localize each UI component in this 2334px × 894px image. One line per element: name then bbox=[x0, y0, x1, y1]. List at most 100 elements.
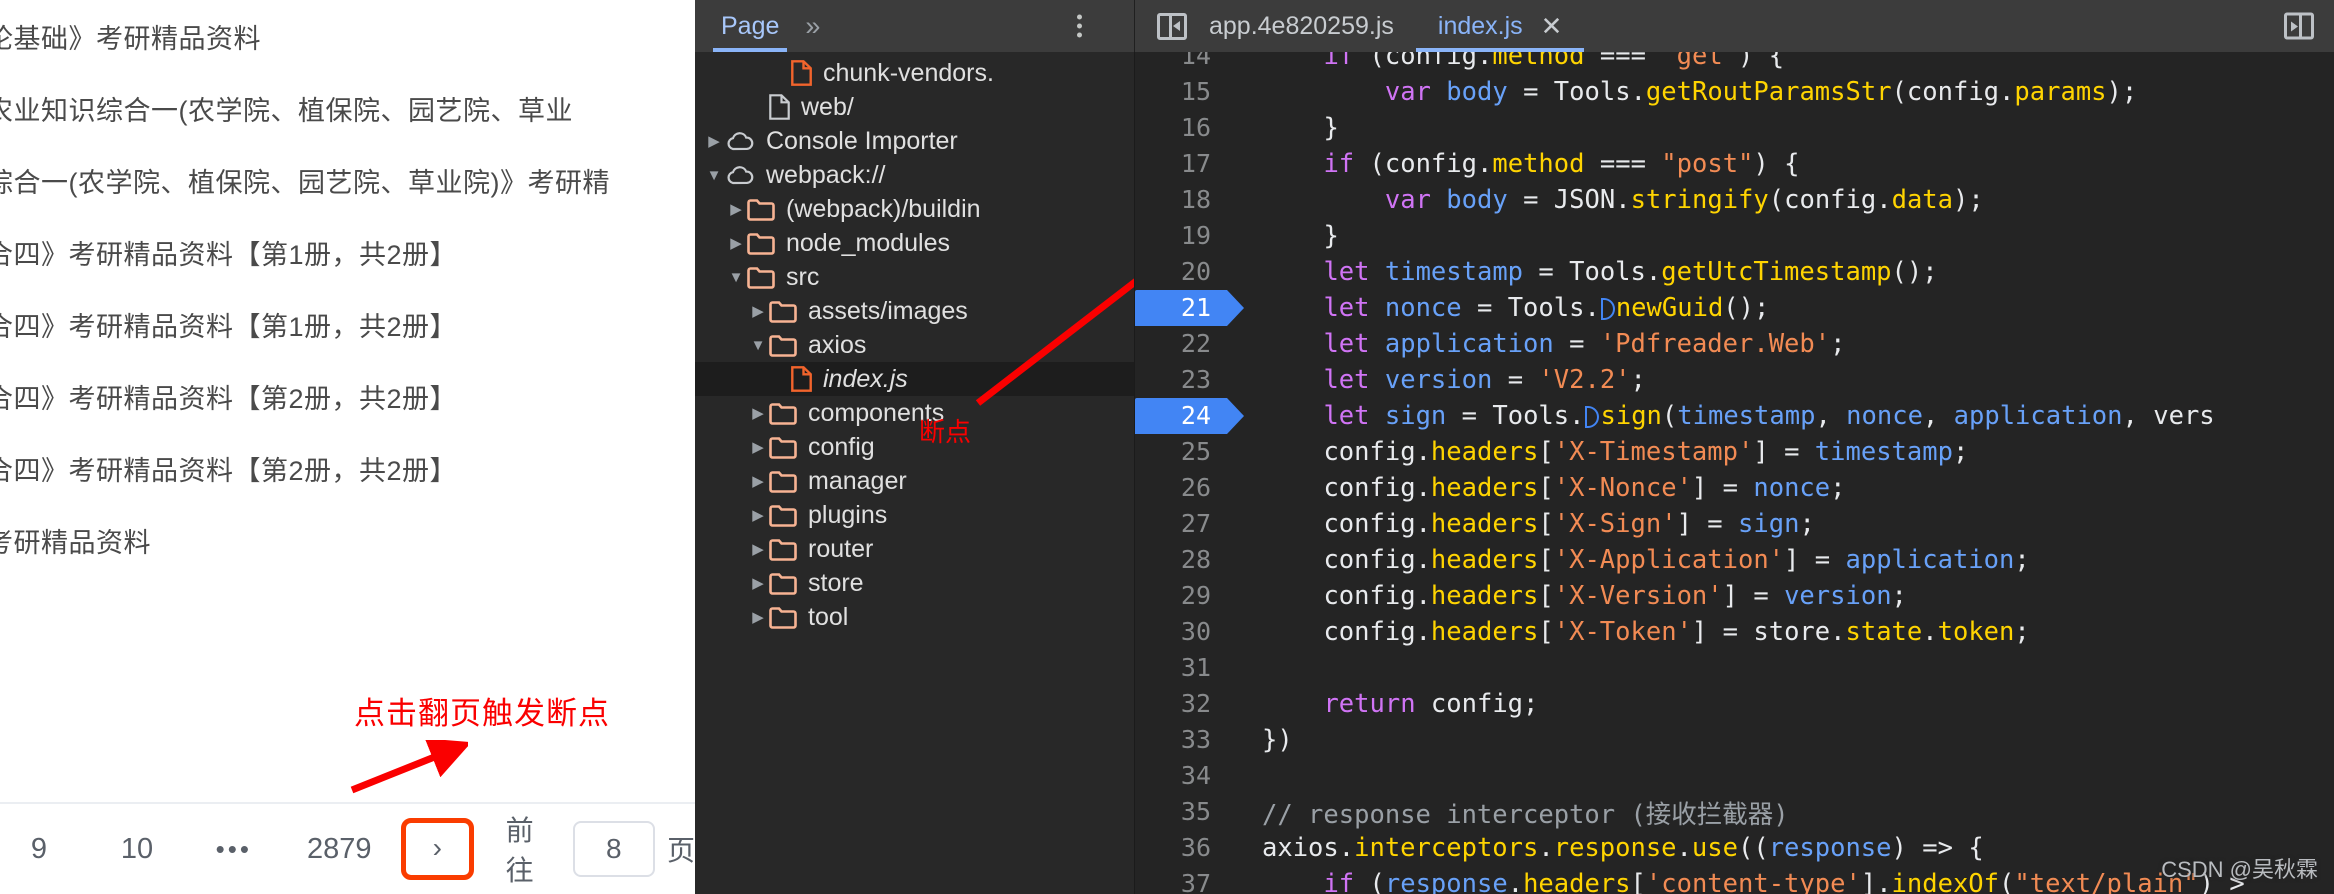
line-number[interactable]: 19 bbox=[1135, 218, 1227, 254]
tree-item-web[interactable]: web/ bbox=[695, 90, 1134, 124]
list-item[interactable]: 考研精品资料 bbox=[0, 504, 695, 576]
code-line[interactable]: 25 config.headers['X-Timestamp'] = times… bbox=[1135, 434, 2334, 470]
line-number[interactable]: 14 bbox=[1135, 52, 1227, 74]
code-line[interactable]: 28 config.headers['X-Application'] = app… bbox=[1135, 542, 2334, 578]
pagination-page-10[interactable]: 10 bbox=[120, 833, 154, 866]
tree-item-node-modules[interactable]: ▶ node_modules bbox=[695, 226, 1134, 260]
list-item[interactable]: 综合一(农学院、植保院、园艺院、草业院)》考研精 bbox=[0, 144, 695, 216]
code-line[interactable]: 34 bbox=[1135, 758, 2334, 794]
breakpoint-marker-line-24[interactable]: 24 bbox=[1135, 398, 1244, 434]
step-into-marker-icon[interactable] bbox=[1585, 406, 1600, 428]
step-into-marker-icon[interactable] bbox=[1600, 298, 1615, 320]
code-line[interactable]: 26 config.headers['X-Nonce'] = nonce; bbox=[1135, 470, 2334, 506]
tree-item-src[interactable]: ▼ src bbox=[695, 260, 1134, 294]
tab-app-js[interactable]: app.4e820259.js bbox=[1187, 0, 1416, 52]
tree-item-axios[interactable]: ▼ axios bbox=[695, 328, 1134, 362]
code-line[interactable]: 20 let timestamp = Tools.getUtcTimestamp… bbox=[1135, 254, 2334, 290]
pagination-bar[interactable]: 9 10 ••• 2879 › 前往 8 页 bbox=[0, 802, 695, 894]
code-editor[interactable]: 14 if (config.method === "get") {15 var … bbox=[1135, 52, 2334, 894]
line-number[interactable]: 28 bbox=[1135, 542, 1227, 578]
tree-item-index-js[interactable]: index.js bbox=[695, 362, 1134, 396]
close-icon[interactable]: ✕ bbox=[1541, 11, 1563, 42]
tab-page[interactable]: Page bbox=[712, 0, 788, 52]
code-line[interactable]: 15 var body = Tools.getRoutParamsStr(con… bbox=[1135, 74, 2334, 110]
list-item[interactable]: 合四》考研精品资料【第1册，共2册】 bbox=[0, 216, 695, 288]
dock-panel-right-button[interactable] bbox=[2284, 12, 2314, 40]
code-line[interactable]: 29 config.headers['X-Version'] = version… bbox=[1135, 578, 2334, 614]
line-number[interactable]: 16 bbox=[1135, 110, 1227, 146]
line-number[interactable]: 22 bbox=[1135, 326, 1227, 362]
line-number[interactable]: 26 bbox=[1135, 470, 1227, 506]
more-tabs-icon[interactable]: » bbox=[805, 11, 820, 42]
code-line[interactable]: 18 var body = JSON.stringify(config.data… bbox=[1135, 182, 2334, 218]
chevron-right-icon[interactable]: ▶ bbox=[747, 540, 769, 558]
chevron-right-icon[interactable]: ▶ bbox=[747, 404, 769, 422]
chevron-right-icon[interactable]: ▶ bbox=[747, 608, 769, 626]
code-line[interactable]: 19 } bbox=[1135, 218, 2334, 254]
code-line[interactable]: 35 // response interceptor (接收拦截器) bbox=[1135, 794, 2334, 830]
code-line[interactable]: 32 return config; bbox=[1135, 686, 2334, 722]
more-vertical-icon[interactable] bbox=[1077, 14, 1082, 38]
code-line[interactable]: 37 if (response.headers['content-type'].… bbox=[1135, 866, 2334, 894]
chevron-right-icon[interactable]: ▶ bbox=[747, 302, 769, 320]
line-number[interactable]: 15 bbox=[1135, 74, 1227, 110]
tab-index-js[interactable]: index.js ✕ bbox=[1415, 0, 1585, 52]
tree-item-components[interactable]: ▶ components bbox=[695, 396, 1134, 430]
editor-vertical-scrollbar[interactable] bbox=[2328, 52, 2334, 894]
chevron-right-icon[interactable]: ▶ bbox=[747, 472, 769, 490]
line-number[interactable]: 20 bbox=[1135, 254, 1227, 290]
chevron-right-icon[interactable]: ▶ bbox=[703, 132, 725, 150]
line-number[interactable]: 36 bbox=[1135, 830, 1227, 866]
line-number[interactable]: 25 bbox=[1135, 434, 1227, 470]
tree-item-webpack-buildin[interactable]: ▶ (webpack)/buildin bbox=[695, 192, 1134, 226]
line-number[interactable]: 32 bbox=[1135, 686, 1227, 722]
code-line[interactable]: 27 config.headers['X-Sign'] = sign; bbox=[1135, 506, 2334, 542]
line-number[interactable]: 37 bbox=[1135, 866, 1227, 894]
pagination-jump-input[interactable]: 8 bbox=[572, 821, 655, 877]
pagination-page-last[interactable]: 2879 bbox=[307, 833, 372, 866]
line-number[interactable]: 33 bbox=[1135, 722, 1227, 758]
line-number[interactable]: 34 bbox=[1135, 758, 1227, 794]
tree-item-chunk-vendors[interactable]: chunk-vendors. bbox=[695, 56, 1134, 90]
line-number[interactable]: 18 bbox=[1135, 182, 1227, 218]
line-number[interactable]: 23 bbox=[1135, 362, 1227, 398]
pagination-next-button[interactable]: › bbox=[400, 818, 474, 880]
chevron-down-icon[interactable]: ▼ bbox=[725, 269, 747, 286]
tree-item-assets-images[interactable]: ▶ assets/images bbox=[695, 294, 1134, 328]
code-line[interactable]: 33}) bbox=[1135, 722, 2334, 758]
chevron-down-icon[interactable]: ▼ bbox=[703, 167, 725, 184]
line-number[interactable]: 35 bbox=[1135, 794, 1227, 830]
tree-item-tool[interactable]: ▶ tool bbox=[695, 600, 1134, 634]
breakpoint-marker-line-21[interactable]: 21 bbox=[1135, 290, 1244, 326]
line-number[interactable]: 17 bbox=[1135, 146, 1227, 182]
line-number[interactable]: 27 bbox=[1135, 506, 1227, 542]
list-item[interactable]: 论基础》考研精品资料 bbox=[0, 0, 695, 72]
list-item[interactable]: 农业知识综合一(农学院、植保院、园艺院、草业 bbox=[0, 72, 695, 144]
code-line[interactable]: 31 bbox=[1135, 650, 2334, 686]
chevron-down-icon[interactable]: ▼ bbox=[747, 337, 769, 354]
code-line[interactable]: 22 let application = 'Pdfreader.Web'; bbox=[1135, 326, 2334, 362]
list-item[interactable]: 合四》考研精品资料【第1册，共2册】 bbox=[0, 288, 695, 360]
chevron-right-icon[interactable]: ▶ bbox=[725, 234, 747, 252]
list-item[interactable]: 合四》考研精品资料【第2册，共2册】 bbox=[0, 360, 695, 432]
tree-item-webpack[interactable]: ▼ webpack:// bbox=[695, 158, 1134, 192]
tree-item-console-importer[interactable]: ▶ Console Importer bbox=[695, 124, 1134, 158]
list-item[interactable]: 合四》考研精品资料【第2册，共2册】 bbox=[0, 432, 695, 504]
file-navigator-tree[interactable]: chunk-vendors. web/ ▶ Console Importer ▼ webp… bbox=[695, 52, 1135, 894]
pagination-ellipsis[interactable]: ••• bbox=[216, 834, 252, 865]
tree-item-plugins[interactable]: ▶ plugins bbox=[695, 498, 1134, 532]
code-line[interactable]: 14 if (config.method === "get") { bbox=[1135, 52, 2334, 74]
code-line[interactable]: 17 if (config.method === "post") { bbox=[1135, 146, 2334, 182]
chevron-right-icon[interactable]: ▶ bbox=[747, 506, 769, 524]
dock-panel-right-icon[interactable] bbox=[2284, 12, 2314, 40]
tree-item-manager[interactable]: ▶ manager bbox=[695, 464, 1134, 498]
chevron-right-icon[interactable]: ▶ bbox=[747, 438, 769, 456]
code-line[interactable]: 16 } bbox=[1135, 110, 2334, 146]
chevron-right-icon[interactable]: ▶ bbox=[747, 574, 769, 592]
code-line[interactable]: 24 let sign = Tools. sign(timestamp, nonc… bbox=[1135, 398, 2334, 434]
line-number[interactable]: 29 bbox=[1135, 578, 1227, 614]
tree-item-store[interactable]: ▶ store bbox=[695, 566, 1134, 600]
tree-item-router[interactable]: ▶ router bbox=[695, 532, 1134, 566]
code-line[interactable]: 23 let version = 'V2.2'; bbox=[1135, 362, 2334, 398]
chevron-right-icon[interactable]: ▶ bbox=[725, 200, 747, 218]
